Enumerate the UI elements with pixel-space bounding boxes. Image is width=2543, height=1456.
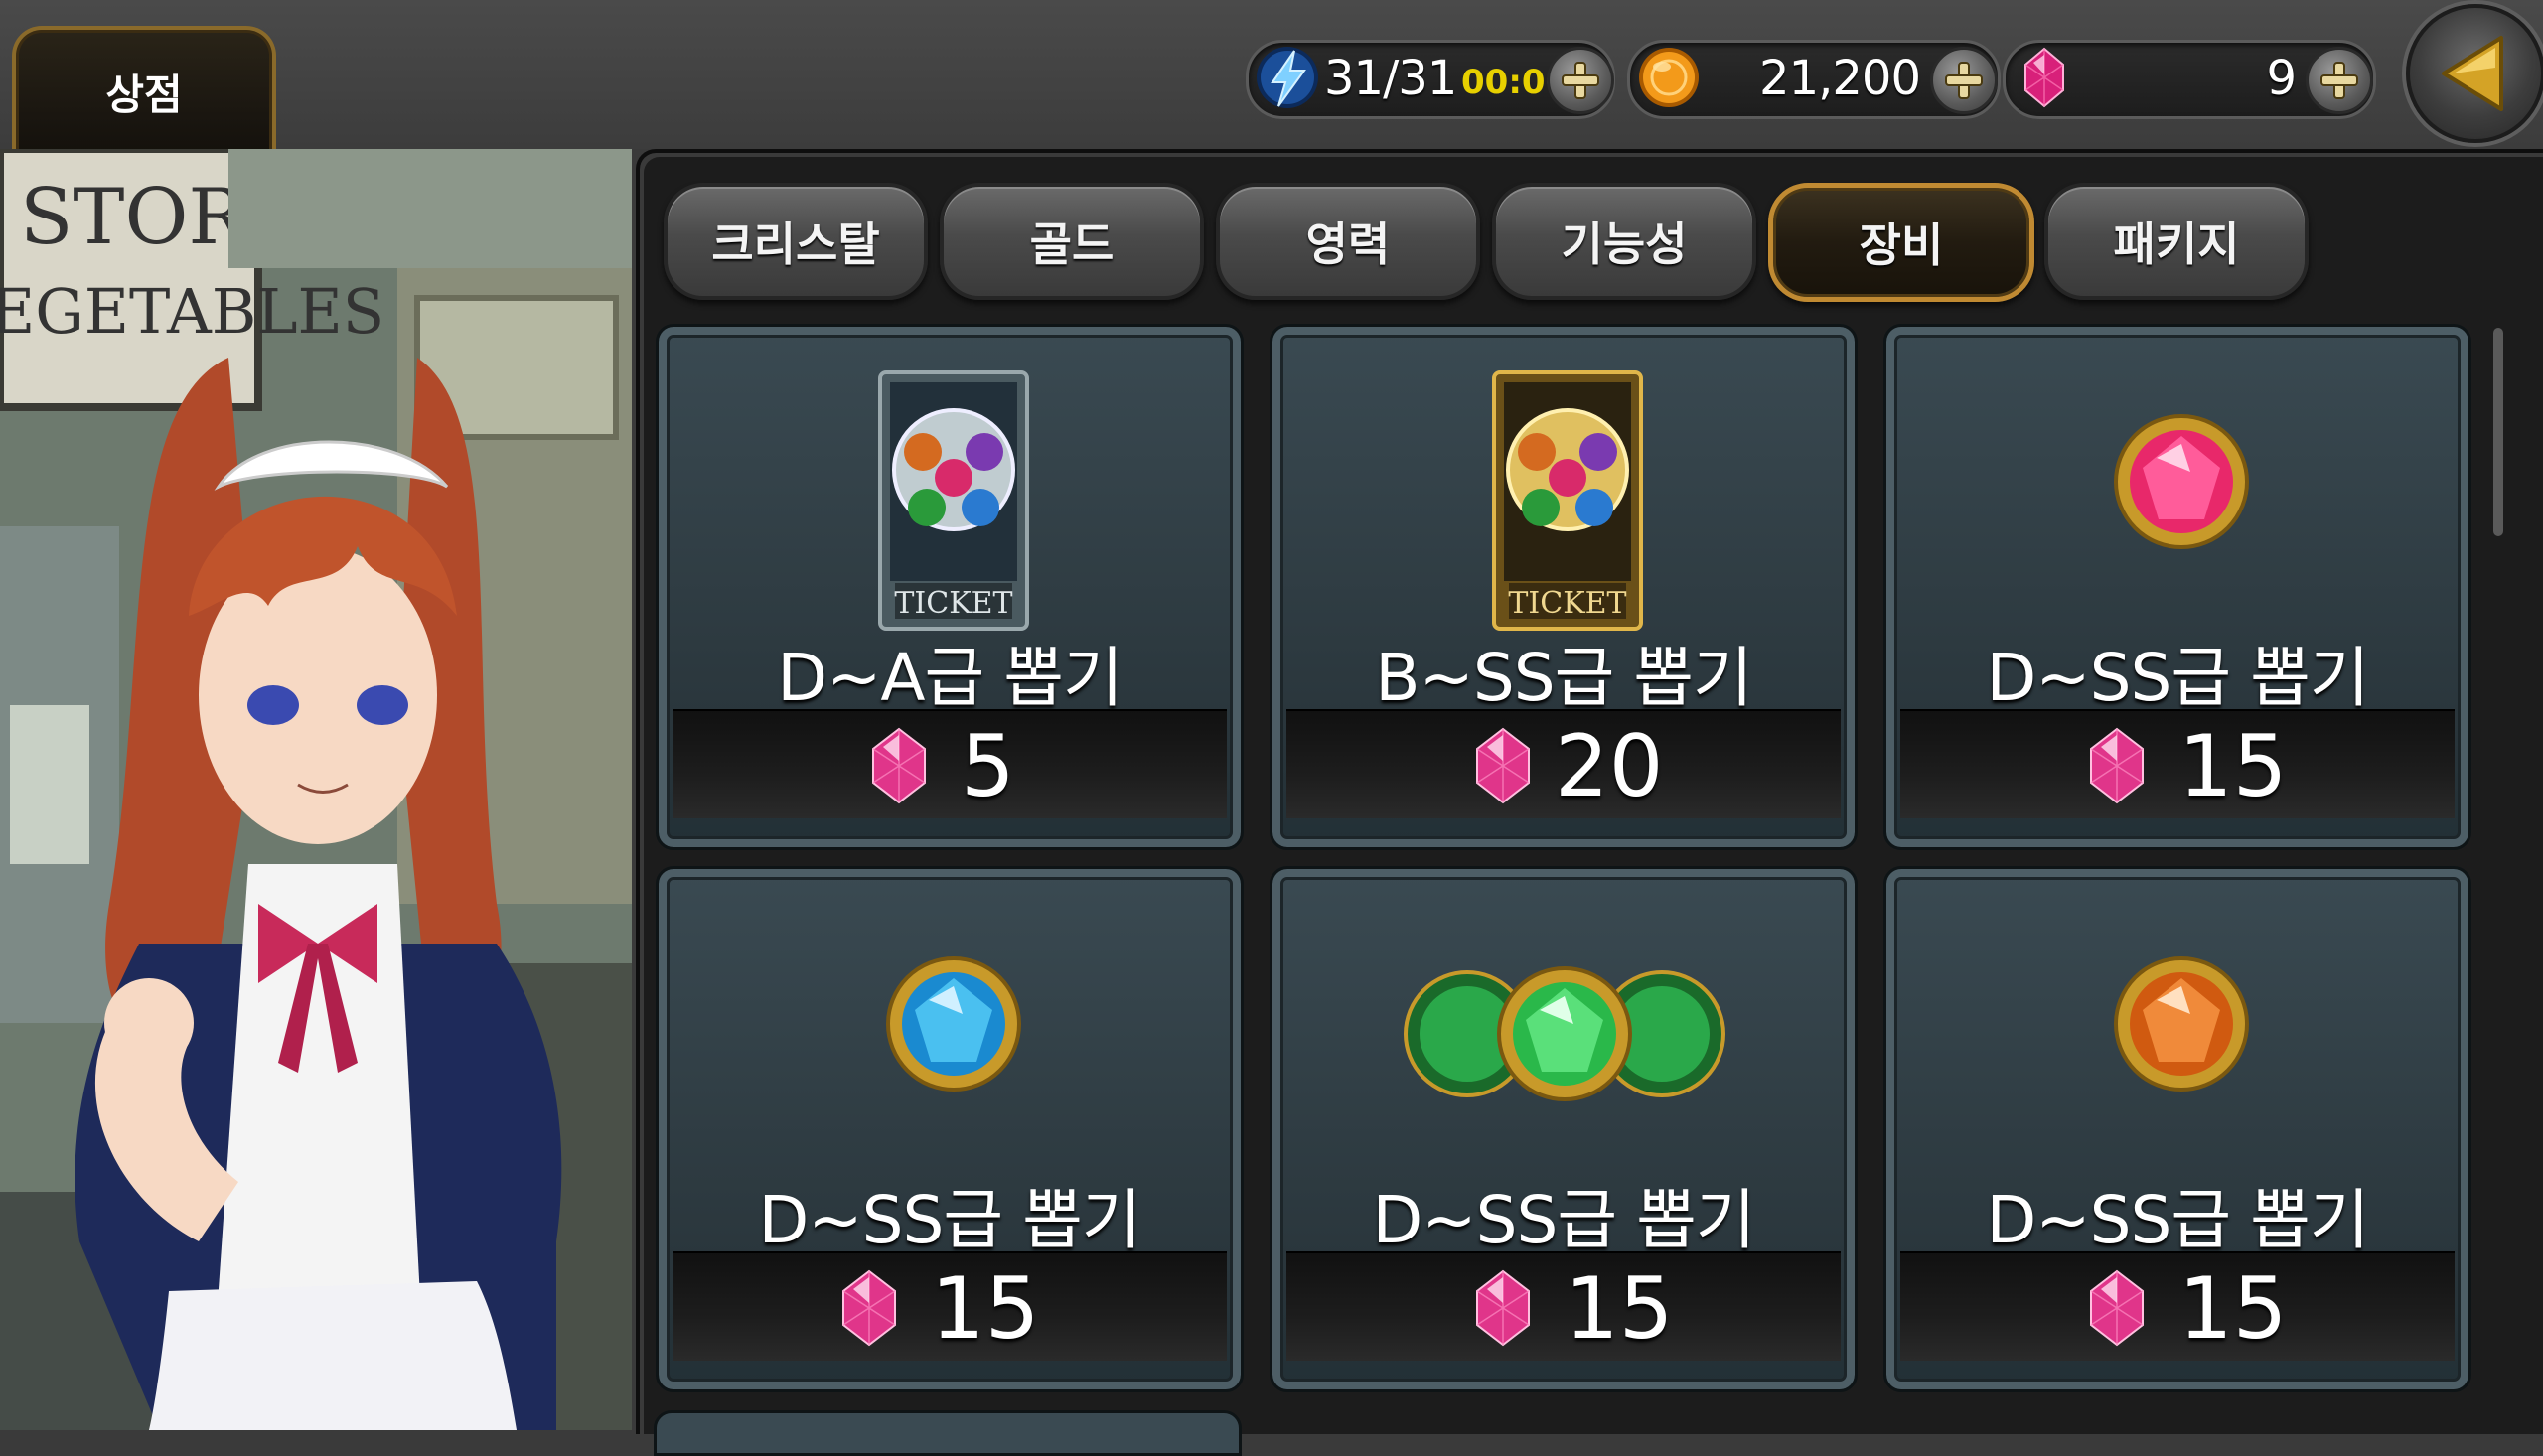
item-price: 5	[961, 717, 1015, 816]
item-price: 20	[1555, 717, 1664, 816]
pink-crystal-icon	[2024, 47, 2064, 108]
plus-icon	[1562, 62, 1599, 99]
tab-label: 영력	[1305, 218, 1391, 271]
pink-crystal-icon	[2090, 727, 2144, 804]
svg-text:TICKET: TICKET	[1508, 586, 1626, 621]
tab-functional[interactable]: 기능성	[1492, 183, 1756, 300]
pink-crystal-icon	[842, 1269, 896, 1347]
gold-counter: 21,200	[1627, 40, 2001, 119]
orange-gem-icon	[2114, 956, 2249, 1092]
pink-crystal-icon	[1476, 1269, 1530, 1347]
gold-ticket-icon: TICKET	[1492, 370, 1643, 631]
tab-label: 크리스탈	[711, 218, 880, 271]
shop-item-card[interactable]: D~SS급 뽑기 15	[1883, 324, 2471, 850]
scrollbar[interactable]	[2493, 328, 2503, 536]
green-gems-icon	[1404, 966, 1725, 1101]
item-price: 15	[2178, 717, 2288, 816]
tab-label: 장비	[1859, 218, 1944, 272]
tab-package[interactable]: 패키지	[2044, 183, 2309, 300]
shop-title: 상점	[105, 70, 183, 119]
shop-title-tab[interactable]: 상점	[12, 26, 276, 153]
pink-gem-icon	[2114, 414, 2249, 549]
store-sign-line-2: EGETABLES	[0, 275, 384, 348]
item-name: D~SS급 뽑기	[1986, 1182, 2369, 1258]
plus-icon	[1945, 62, 1983, 99]
item-price-bar[interactable]: 15	[1900, 709, 2455, 818]
tab-label: 골드	[1029, 218, 1115, 271]
tab-crystal[interactable]: 크리스탈	[664, 183, 928, 300]
gold-coin-icon	[1639, 48, 1699, 107]
pink-crystal-icon	[2090, 1269, 2144, 1347]
item-name: B~SS급 뽑기	[1375, 640, 1753, 716]
add-crystal-button[interactable]	[2306, 47, 2373, 114]
back-arrow-icon	[2442, 36, 2503, 111]
svg-text:TICKET: TICKET	[894, 586, 1012, 621]
pink-crystal-icon	[1476, 727, 1530, 804]
shopkeeper-illustration: STORE EGETABLES	[0, 149, 632, 1430]
add-stamina-button[interactable]	[1547, 47, 1614, 114]
item-price-bar[interactable]: 20	[1286, 709, 1841, 818]
item-price: 15	[931, 1259, 1040, 1359]
item-price-bar[interactable]: 5	[673, 709, 1227, 818]
stamina-value: 31/31	[1324, 51, 1457, 106]
back-button[interactable]	[2406, 4, 2543, 143]
pink-crystal-icon	[872, 727, 926, 804]
item-name: D~SS급 뽑기	[1372, 1182, 1755, 1258]
top-bar: 상점 31/31 00:00 21,200 9	[0, 0, 2543, 153]
shop-item-card[interactable]: D~SS급 뽑기 15	[656, 866, 1244, 1392]
shop-item-card[interactable]: D~SS급 뽑기 15	[1883, 866, 2471, 1392]
tab-spirit-power[interactable]: 영력	[1216, 183, 1480, 300]
item-price: 15	[2178, 1259, 2288, 1359]
lightning-icon	[1257, 47, 1318, 108]
item-name: D~SS급 뽑기	[758, 1182, 1141, 1258]
plus-icon	[2320, 62, 2358, 99]
shop-item-card-partial[interactable]	[654, 1410, 1242, 1456]
blue-gem-icon	[886, 956, 1021, 1092]
maid-shopkeeper-image: STORE EGETABLES	[0, 149, 632, 1430]
add-gold-button[interactable]	[1930, 47, 1998, 114]
shop-item-card[interactable]: D~SS급 뽑기 15	[1270, 866, 1858, 1392]
stamina-counter: 31/31 00:00	[1246, 40, 1615, 119]
item-name: D~A급 뽑기	[777, 640, 1122, 716]
tab-equipment[interactable]: 장비	[1768, 183, 2034, 302]
tab-gold[interactable]: 골드	[940, 183, 1204, 300]
shop-item-card[interactable]: TICKET D~A급 뽑기 5	[656, 324, 1244, 850]
crystal-counter: 9	[2003, 40, 2376, 119]
silver-ticket-icon: TICKET	[878, 370, 1029, 631]
item-price-bar[interactable]: 15	[1286, 1251, 1841, 1361]
tab-label: 패키지	[2113, 218, 2240, 271]
item-price: 15	[1565, 1259, 1674, 1359]
tab-label: 기능성	[1561, 218, 1688, 271]
crystal-value: 9	[2266, 51, 2297, 106]
item-price-bar[interactable]: 15	[1900, 1251, 2455, 1361]
item-name: D~SS급 뽑기	[1986, 640, 2369, 716]
item-price-bar[interactable]: 15	[673, 1251, 1227, 1361]
gold-value: 21,200	[1759, 51, 1921, 106]
shop-item-card[interactable]: TICKET B~SS급 뽑기 20	[1270, 324, 1858, 850]
